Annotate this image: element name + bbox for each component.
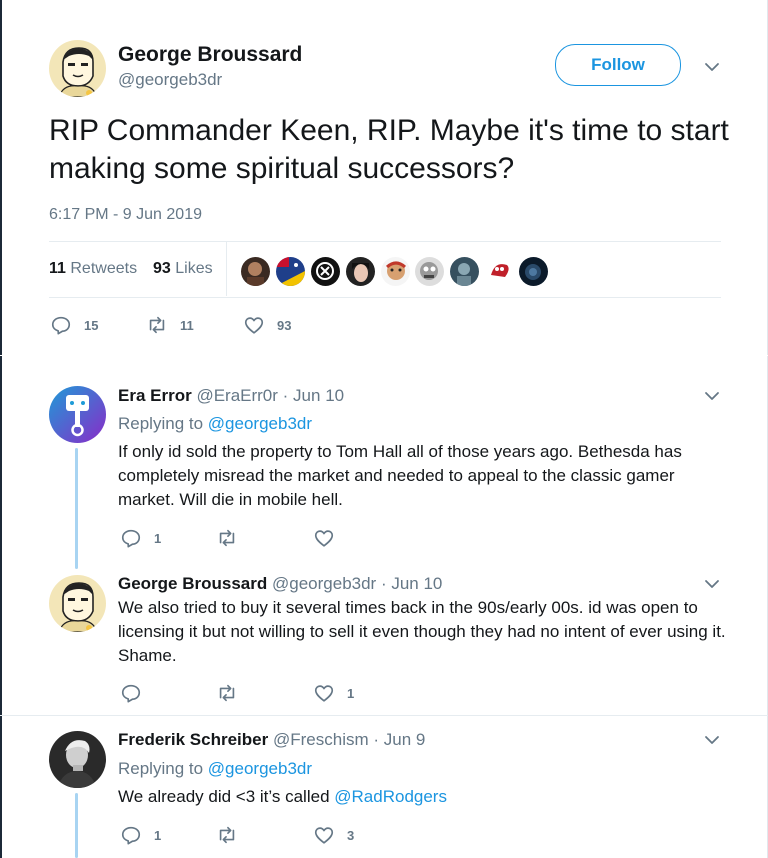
reply-action[interactable] (120, 682, 154, 704)
author-avatar[interactable] (49, 40, 106, 97)
liker-avatar[interactable] (241, 257, 270, 286)
window-left-edge (0, 0, 2, 858)
retweet-count: 11 (180, 317, 194, 333)
reply-author-name[interactable]: Frederik Schreiber (118, 730, 268, 749)
reply-avatar[interactable] (49, 731, 106, 788)
retweets-label: Retweets (70, 260, 138, 277)
reply-date[interactable]: · Jun 10 (381, 574, 442, 593)
liker-avatar[interactable] (381, 257, 410, 286)
tweet-text: RIP Commander Keen, RIP. Maybe it's time… (49, 114, 729, 185)
retweet-action[interactable]: 11 (146, 314, 194, 336)
retweet-action[interactable] (216, 682, 250, 704)
reply-author-name[interactable]: George Broussard (118, 574, 267, 593)
reply-author-handle[interactable]: @Freschism (273, 730, 369, 749)
reply-action[interactable]: 1 (120, 527, 161, 549)
reply-text-mention[interactable]: @RadRodgers (334, 787, 447, 806)
liker-avatar[interactable] (415, 257, 444, 286)
chevron-down-icon[interactable] (704, 59, 720, 75)
author-handle[interactable]: @georgeb3dr (118, 70, 222, 90)
retweet-icon (219, 529, 235, 547)
replying-to: Replying to @georgeb3dr (118, 414, 312, 434)
thread-line (75, 448, 78, 569)
liker-avatar[interactable] (485, 257, 514, 286)
chevron-down-icon[interactable] (704, 388, 720, 404)
reply-header: Era Error @EraErr0r · Jun 10 (118, 386, 344, 406)
reply-date[interactable]: · Jun 9 (373, 730, 425, 749)
tweet-timestamp[interactable]: 6:17 PM - 9 Jun 2019 (49, 206, 202, 224)
retweet-action[interactable] (216, 527, 250, 549)
like-action[interactable] (313, 527, 347, 549)
reply-action[interactable]: 15 (50, 314, 98, 336)
liker-avatar[interactable] (311, 257, 340, 286)
follow-button[interactable]: Follow (555, 44, 681, 86)
likes-count: 93 (153, 260, 171, 277)
reply-date[interactable]: · Jun 10 (283, 386, 344, 405)
chevron-down-icon[interactable] (704, 732, 720, 748)
like-action[interactable]: 3 (313, 824, 354, 846)
likes-stat[interactable]: 93 Likes (153, 260, 213, 278)
stats-separator (226, 242, 227, 296)
like-count: 93 (277, 317, 292, 333)
heart-icon (314, 685, 334, 702)
reply-avatar[interactable] (49, 575, 106, 632)
reply-author-handle[interactable]: @georgeb3dr (272, 574, 376, 593)
retweets-stat[interactable]: 11 Retweets (49, 260, 137, 278)
reply-avatar[interactable] (49, 386, 106, 443)
reply-count: 15 (84, 317, 99, 333)
liker-avatar[interactable] (276, 257, 305, 286)
replying-to-handle[interactable]: @georgeb3dr (208, 759, 312, 778)
section-gap (0, 355, 768, 356)
reply-author-handle[interactable]: @EraErr0r (196, 386, 278, 405)
reply-text: We also tried to buy it several times ba… (118, 598, 726, 665)
replying-to-handle[interactable]: @georgeb3dr (208, 414, 312, 433)
reply-header: Frederik Schreiber @Freschism · Jun 9 (118, 730, 425, 750)
heart-icon (314, 530, 334, 547)
replying-to-label: Replying to (118, 759, 204, 778)
reply-action[interactable]: 1 (120, 824, 161, 846)
conversation-divider (0, 715, 768, 716)
author-name[interactable]: George Broussard (118, 43, 302, 67)
reply-text: If only id sold the property to Tom Hall… (118, 442, 682, 509)
like-count: 3 (347, 827, 355, 843)
heart-icon (314, 827, 334, 844)
retweet-action[interactable] (216, 824, 250, 846)
reply-count: 1 (154, 530, 162, 546)
retweets-count: 11 (49, 260, 66, 277)
reply-author-name[interactable]: Era Error (118, 386, 192, 405)
reply-header: George Broussard @georgeb3dr · Jun 10 (118, 574, 442, 594)
stats-top-divider (49, 241, 721, 242)
stats-bottom-divider (49, 297, 721, 298)
liker-avatar[interactable] (346, 257, 375, 286)
liker-avatar[interactable] (450, 257, 479, 286)
reply-count: 1 (154, 827, 162, 843)
reply-icon (51, 316, 71, 335)
replying-to: Replying to @georgeb3dr (118, 759, 312, 779)
retweet-icon (219, 826, 235, 844)
liker-avatar[interactable] (519, 257, 548, 286)
thread-line (75, 793, 78, 858)
retweet-icon (149, 316, 165, 334)
reply-text-prefix: We already did <3 it’s called (118, 787, 330, 806)
like-action[interactable]: 1 (313, 682, 354, 704)
reply-icon (121, 826, 141, 845)
like-count: 1 (347, 685, 355, 701)
retweet-icon (219, 684, 235, 702)
like-action[interactable]: 93 (243, 314, 291, 336)
reply-icon (121, 529, 141, 548)
reply-icon (121, 684, 141, 703)
replying-to-label: Replying to (118, 414, 204, 433)
reply-text: We already did <3 it’s called @RadRodger… (118, 787, 447, 807)
likes-label: Likes (175, 260, 213, 277)
heart-icon (244, 317, 264, 334)
chevron-down-icon[interactable] (704, 576, 720, 592)
